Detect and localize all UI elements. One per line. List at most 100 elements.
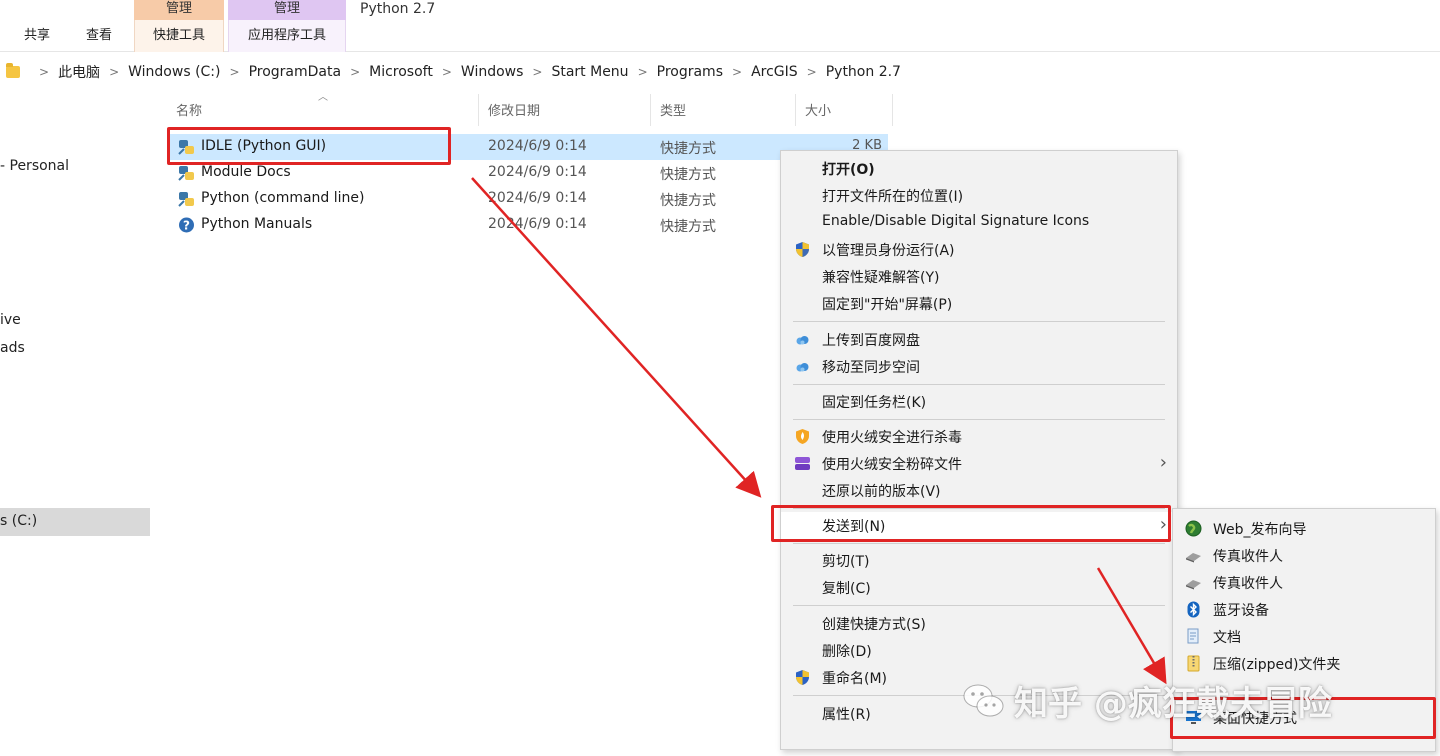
fax-icon [1186,553,1201,563]
context-menu: 打开(O) 打开文件所在的位置(I) Enable/Disable Digita… [780,150,1178,750]
menu-item-compatibility-troubleshoot[interactable]: 兼容性疑难解答(Y) [781,263,1177,290]
breadcrumb-arcgis[interactable]: ArcGIS [751,64,798,80]
breadcrumb-programs[interactable]: Programs [657,64,723,80]
send-to-desktop-shortcut[interactable]: 桌面快捷方式 [1173,704,1435,731]
window-title: Python 2.7 [360,1,436,17]
menu-item-rename[interactable]: 重命名(M) [781,664,1177,691]
file-type: 快捷方式 [660,219,716,235]
file-date: 2024/6/9 0:14 [488,138,587,154]
python-icon [178,140,194,155]
menu-item-pin-to-start[interactable]: 固定到"开始"屏幕(P) [781,290,1177,317]
zip-folder-icon [1187,655,1200,672]
send-to-label: 传真收件人 [1213,549,1283,565]
chevron-right-icon: › [1159,452,1167,473]
tab-application-tools[interactable]: 应用程序工具 [228,20,346,52]
breadcrumb-windows-c[interactable]: Windows (C:) [128,64,220,80]
send-to-label: 蓝牙设备 [1213,603,1269,619]
column-divider[interactable] [892,94,893,126]
baidu-cloud-icon [796,363,809,372]
menu-item-properties[interactable]: 属性(R) [781,700,1177,727]
breadcrumb-python-2-7[interactable]: Python 2.7 [826,64,901,80]
baidu-cloud-icon [796,336,809,345]
breadcrumb-separator: > [806,65,817,79]
send-to-zip-folder[interactable]: 压缩(zipped)文件夹 [1173,650,1435,677]
menu-item-cut[interactable]: 剪切(T) [781,547,1177,574]
menu-item-huorong-shred[interactable]: 使用火绒安全粉碎文件 › [781,450,1177,477]
breadcrumb-microsoft[interactable]: Microsoft [369,64,433,80]
menu-item-label: 固定到任务栏(K) [822,395,927,411]
breadcrumb-separator: > [637,65,648,79]
menu-item-open-file-location[interactable]: 打开文件所在的位置(I) [781,182,1177,209]
send-to-bluetooth[interactable]: 蓝牙设备 [1173,596,1435,623]
breadcrumb-separator: > [350,65,361,79]
ribbon: 共享 查看 管理 快捷工具 管理 应用程序工具 Python 2.7 [0,0,1440,52]
nav-item-windows-c[interactable]: s (C:) [0,513,37,529]
context-group-header: 管理 [134,0,224,20]
menu-item-label: 复制(C) [822,581,871,597]
menu-item-delete[interactable]: 删除(D) [781,637,1177,664]
file-name: Module Docs [201,164,291,180]
context-group-shortcut-tools: 管理 快捷工具 [134,0,224,52]
tab-shortcut-tools[interactable]: 快捷工具 [134,20,224,52]
send-to-label: 传真收件人 [1213,576,1283,592]
breadcrumb-separator: > [732,65,743,79]
menu-item-create-shortcut[interactable]: 创建快捷方式(S) [781,610,1177,637]
breadcrumb-this-pc[interactable]: 此电脑 [58,62,100,82]
menu-item-restore-previous-versions[interactable]: 还原以前的版本(V) [781,477,1177,504]
menu-item-run-as-admin[interactable]: 以管理员身份运行(A) [781,236,1177,263]
help-icon: ? [179,217,194,233]
menu-item-label: Enable/Disable Digital Signature Icons [822,213,1090,229]
breadcrumb-start-menu[interactable]: Start Menu [551,64,628,80]
uac-shield-icon [796,670,809,685]
send-to-label: 压缩(zipped)文件夹 [1213,657,1341,673]
menu-item-label: 兼容性疑难解答(Y) [822,270,940,286]
tab-view[interactable]: 查看 [86,20,112,52]
desktop-icon [1186,711,1201,724]
menu-item-digital-signature-icons[interactable]: Enable/Disable Digital Signature Icons [781,209,1177,236]
file-type: 快捷方式 [660,167,716,183]
python-icon [178,166,194,181]
menu-item-open[interactable]: 打开(O) [781,155,1177,182]
column-divider[interactable] [650,94,651,126]
menu-item-label: 以管理员身份运行(A) [822,243,955,259]
column-header-name[interactable]: 名称 [176,100,202,119]
column-header-type[interactable]: 类型 [660,100,686,119]
file-name: Python Manuals [201,216,313,232]
bluetooth-icon [1187,601,1200,618]
column-divider[interactable] [795,94,796,126]
file-name: IDLE (Python GUI) [201,138,327,154]
nav-item-downloads[interactable]: ads [0,340,25,356]
nav-item-drive[interactable]: ive [0,312,21,328]
nav-item-onedrive-personal[interactable]: - Personal [0,158,69,174]
menu-item-send-to[interactable]: 发送到(N) › [781,512,1177,539]
menu-item-label: 剪切(T) [822,554,870,570]
send-to-fax-2[interactable]: 传真收件人 [1173,569,1435,596]
breadcrumb-programdata[interactable]: ProgramData [249,64,342,80]
menu-item-upload-baidu[interactable]: 上传到百度网盘 [781,326,1177,353]
send-to-documents[interactable]: 文档 [1173,623,1435,650]
send-to-fax-1[interactable]: 传真收件人 [1173,542,1435,569]
column-header-date[interactable]: 修改日期 [488,100,540,119]
huorong-shield-icon [796,429,809,444]
breadcrumb-windows[interactable]: Windows [461,64,524,80]
menu-item-huorong-scan[interactable]: 使用火绒安全进行杀毒 [781,423,1177,450]
menu-item-pin-to-taskbar[interactable]: 固定到任务栏(K) [781,388,1177,415]
send-to-web-publish[interactable]: Web_发布向导 [1173,515,1435,542]
breadcrumb-separator: > [532,65,543,79]
menu-item-label: 打开文件所在的位置(I) [822,189,964,205]
folder-icon [6,63,20,78]
sort-up-icon: ︿ [318,92,328,103]
globe-icon [1185,520,1202,537]
menu-item-copy[interactable]: 复制(C) [781,574,1177,601]
file-date: 2024/6/9 0:14 [488,164,587,180]
chevron-right-icon: › [1159,514,1167,535]
menu-item-move-to-sync-space[interactable]: 移动至同步空间 [781,353,1177,380]
address-bar[interactable]: > 此电脑 > Windows (C:) > ProgramData > Mic… [6,58,1436,86]
column-header-size[interactable]: 大小 [805,100,831,119]
column-divider[interactable] [478,94,479,126]
menu-separator [793,695,1165,696]
tab-share[interactable]: 共享 [24,20,50,52]
file-date: 2024/6/9 0:14 [488,190,587,206]
menu-item-label: 还原以前的版本(V) [822,484,941,500]
menu-item-label: 发送到(N) [822,519,886,535]
